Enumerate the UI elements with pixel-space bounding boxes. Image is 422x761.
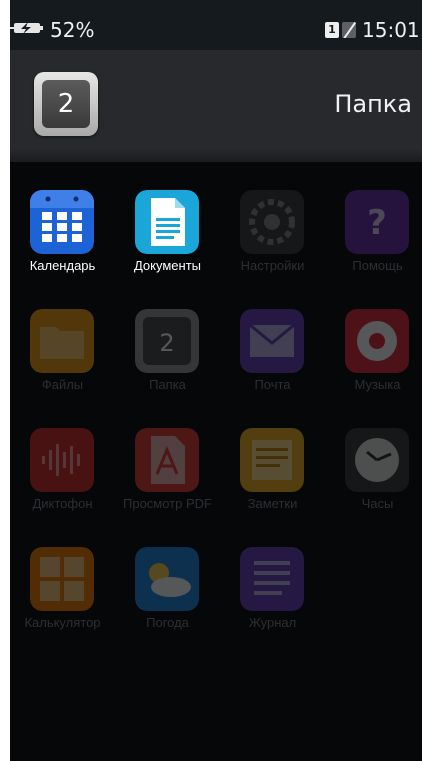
files-icon <box>30 309 94 373</box>
app-label: Просмотр PDF <box>123 496 212 511</box>
app-settings[interactable]: Настройки <box>220 162 325 273</box>
app-music[interactable]: Музыка <box>325 281 422 392</box>
journal-icon <box>240 547 304 611</box>
app-label: Помощь <box>352 258 403 273</box>
music-icon <box>345 309 409 373</box>
app-label: Журнал <box>248 615 297 630</box>
calculator-icon <box>30 547 94 611</box>
app-label: Часы <box>361 496 394 511</box>
app-clock[interactable]: Часы <box>325 400 422 511</box>
app-label: Календарь <box>29 258 96 273</box>
app-voice-recorder[interactable]: Диктофон <box>10 400 115 511</box>
app-grid: Календарь Документы Настройки ? Помощь Ф… <box>10 162 422 761</box>
folder-icon: 2 <box>135 309 199 373</box>
app-help[interactable]: ? Помощь <box>325 162 422 273</box>
folder-icon[interactable]: 2 <box>34 72 98 136</box>
battery-percent: 52% <box>50 18 95 42</box>
app-label: Документы <box>133 258 201 273</box>
sim1-icon: 1 <box>325 22 339 38</box>
app-label: Музыка <box>354 377 401 392</box>
app-label: Файлы <box>41 377 84 392</box>
app-folder[interactable]: 2 Папка <box>115 281 220 392</box>
app-pdf-viewer[interactable]: Просмотр PDF <box>115 400 220 511</box>
documents-icon <box>135 190 199 254</box>
app-calendar[interactable]: Календарь <box>10 162 115 273</box>
app-mail[interactable]: Почта <box>220 281 325 392</box>
app-calculator[interactable]: Калькулятор <box>10 519 115 630</box>
notes-icon <box>240 428 304 492</box>
mail-icon <box>240 309 304 373</box>
phone-screen: 52% 1 15:01 2 Папка Календарь Документы … <box>10 0 422 761</box>
app-files[interactable]: Файлы <box>10 281 115 392</box>
weather-icon <box>135 547 199 611</box>
svg-text:2: 2 <box>159 329 174 357</box>
folder-title[interactable]: Папка <box>290 88 412 120</box>
app-label: Папка <box>149 377 186 392</box>
app-label: Погода <box>146 615 189 630</box>
clock-icon <box>345 428 409 492</box>
folder-number: 2 <box>42 80 90 128</box>
app-label: Калькулятор <box>24 615 101 630</box>
battery-charging-icon <box>10 22 43 34</box>
app-journal[interactable]: Журнал <box>220 519 325 630</box>
app-label: Диктофон <box>32 496 93 511</box>
help-icon: ? <box>345 190 409 254</box>
app-notes[interactable]: Заметки <box>220 400 325 511</box>
folder-header: 2 Папка <box>10 50 422 162</box>
svg-text:?: ? <box>367 203 387 243</box>
voice-recorder-icon <box>30 428 94 492</box>
clock-time: 15:01 <box>362 18 420 42</box>
status-bar: 52% 1 15:01 <box>10 0 422 50</box>
app-label: Почта <box>254 377 291 392</box>
app-documents[interactable]: Документы <box>115 162 220 273</box>
pdf-viewer-icon <box>135 428 199 492</box>
calendar-icon <box>30 190 94 254</box>
sim2-no-signal-icon <box>342 22 356 38</box>
app-label: Заметки <box>247 496 298 511</box>
app-label: Настройки <box>240 258 305 273</box>
app-weather[interactable]: Погода <box>115 519 220 630</box>
settings-icon <box>240 190 304 254</box>
